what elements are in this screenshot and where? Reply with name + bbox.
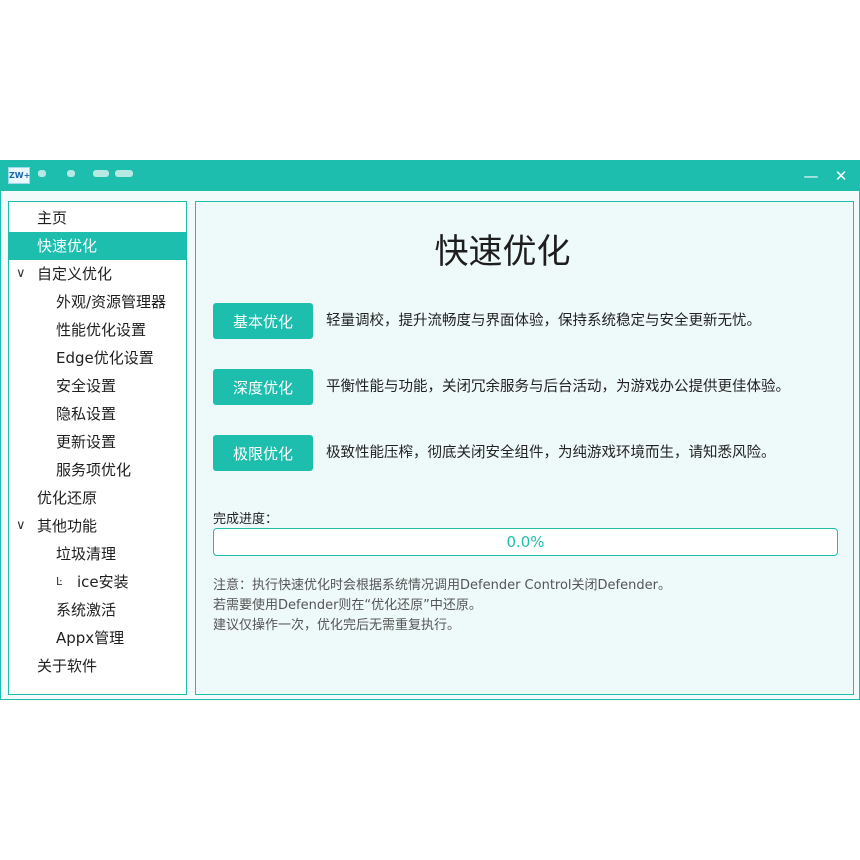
window-title-obscured	[115, 170, 133, 177]
sidebar-item-label: 主页	[37, 209, 68, 227]
sidebar-item-label: 隐私设置	[56, 405, 117, 423]
minimize-icon[interactable]: —	[800, 165, 822, 187]
sidebar-item-update-settings[interactable]: 更新设置	[9, 428, 186, 456]
basic-optimize-button[interactable]: 基本优化	[213, 303, 313, 339]
sidebar-item-activation[interactable]: 系统激活	[9, 596, 186, 624]
sidebar-item-label: Appx管理	[56, 629, 125, 647]
sidebar-item-label: 性能优化设置	[56, 321, 147, 339]
note-line: 若需要使用Defender则在“优化还原”中还原。	[213, 598, 482, 613]
app-logo-icon: ZW+	[8, 167, 30, 184]
progress-text: 0.0%	[506, 533, 545, 551]
deep-optimize-button[interactable]: 深度优化	[213, 369, 313, 405]
sidebar-item-label: 外观/资源管理器	[56, 293, 167, 311]
sidebar-item-label: 关于软件	[37, 657, 98, 675]
sidebar-item-custom-optimize[interactable]: ∨ 自定义优化	[9, 260, 186, 288]
sidebar-item-label: 垃圾清理	[56, 545, 117, 563]
window-title-obscured	[38, 170, 46, 177]
sidebar-nav: 主页 快速优化 ∨ 自定义优化 外观/资源管理器 性能优化设置 Edge优化设置…	[8, 201, 187, 695]
sidebar-item-label: ice安装	[77, 573, 129, 591]
sidebar-item-appearance-explorer[interactable]: 外观/资源管理器	[9, 288, 186, 316]
sidebar-item-label: 安全设置	[56, 377, 117, 395]
window-title-obscured	[93, 170, 109, 177]
main-panel: 快速优化 基本优化 轻量调校，提升流畅度与界面体验，保持系统稳定与安全更新无忧。…	[195, 201, 854, 695]
sidebar-item-label: 更新设置	[56, 433, 117, 451]
page-title: 快速优化	[434, 232, 571, 272]
sidebar-item-label: 优化还原	[37, 489, 98, 507]
sidebar-item-appx-manage[interactable]: Appx管理	[9, 624, 186, 652]
sidebar-item-quick-optimize[interactable]: 快速优化	[9, 232, 186, 260]
sidebar-item-other-features[interactable]: ∨ 其他功能	[9, 512, 186, 540]
sidebar-item-edge-settings[interactable]: Edge优化设置	[9, 344, 186, 372]
sidebar-item-privacy-settings[interactable]: 隐私设置	[9, 400, 186, 428]
sidebar-item-junk-clean[interactable]: 垃圾清理	[9, 540, 186, 568]
sidebar-item-service-optimize[interactable]: 服务项优化	[9, 456, 186, 484]
deep-optimize-description: 平衡性能与功能，关闭冗余服务与后台活动，为游戏办公提供更佳体验。	[326, 379, 790, 395]
chevron-down-icon[interactable]: ∨	[16, 260, 26, 288]
sidebar-item-label: 快速优化	[37, 237, 98, 255]
app-window: ZW+ — ✕ 主页 快速优化 ∨ 自定义优化 外观/资源管理器 性能优化设置 …	[0, 160, 860, 700]
sidebar-item-label: 服务项优化	[56, 461, 132, 479]
sidebar-item-label: 自定义优化	[37, 265, 113, 283]
close-icon[interactable]: ✕	[830, 165, 852, 187]
sidebar-item-label: 系统激活	[56, 601, 117, 619]
broken-glyph-icon: Ŀ	[56, 575, 63, 588]
extreme-optimize-button[interactable]: 极限优化	[213, 435, 313, 471]
note-line: 注意：执行快速优化时会根据系统情况调用Defender Control关闭Def…	[213, 578, 671, 593]
sidebar-item-office-install[interactable]: Ŀ ice安装	[9, 568, 186, 596]
sidebar-item-security-settings[interactable]: 安全设置	[9, 372, 186, 400]
sidebar-item-label: Edge优化设置	[56, 349, 154, 367]
sidebar-item-about[interactable]: 关于软件	[9, 652, 186, 680]
chevron-down-icon[interactable]: ∨	[16, 512, 26, 540]
extreme-optimize-description: 极致性能压榨，彻底关闭安全组件，为纯游戏环境而生，请知悉风险。	[326, 445, 776, 461]
sidebar-item-performance-settings[interactable]: 性能优化设置	[9, 316, 186, 344]
note-line: 建议仅操作一次，优化完后无需重复执行。	[213, 618, 461, 633]
window-title-obscured	[67, 170, 75, 177]
basic-optimize-description: 轻量调校，提升流畅度与界面体验，保持系统稳定与安全更新无忧。	[326, 313, 761, 329]
sidebar-item-label: 其他功能	[37, 517, 98, 535]
progress-label: 完成进度：	[213, 512, 279, 527]
sidebar-item-restore[interactable]: 优化还原	[9, 484, 186, 512]
progress-bar: 0.0%	[213, 528, 838, 556]
sidebar-item-home[interactable]: 主页	[9, 204, 186, 232]
title-bar[interactable]: ZW+ — ✕	[1, 161, 859, 191]
